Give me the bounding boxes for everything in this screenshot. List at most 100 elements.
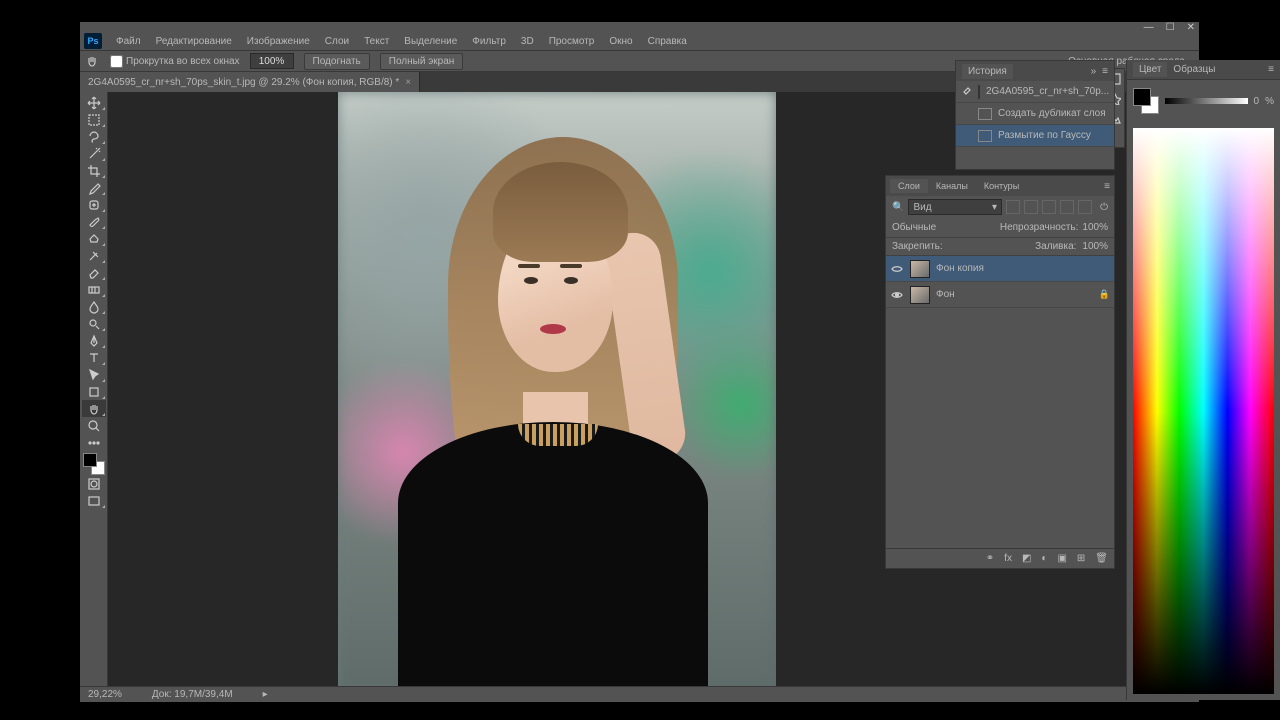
- filter-toggle[interactable]: ⏻: [1100, 202, 1108, 213]
- clone-stamp-tool[interactable]: [82, 230, 106, 247]
- new-layer-icon[interactable]: ⊞: [1077, 553, 1085, 564]
- dodge-tool[interactable]: [82, 315, 106, 332]
- fullscreen-button[interactable]: Полный экран: [380, 53, 464, 70]
- menu-text[interactable]: Текст: [357, 34, 396, 49]
- lock-position-icon[interactable]: [981, 241, 991, 253]
- status-docinfo[interactable]: Док: 19,7М/39,4М: [152, 689, 233, 700]
- minimize-button[interactable]: —: [1144, 22, 1154, 33]
- layer-group-icon[interactable]: ▣: [1057, 553, 1066, 564]
- tab-paths[interactable]: Контуры: [976, 179, 1027, 193]
- filter-adjust-icon[interactable]: [1024, 200, 1038, 214]
- tab-color[interactable]: Цвет: [1133, 62, 1167, 77]
- history-tab[interactable]: История: [962, 64, 1013, 79]
- lock-transparency-icon[interactable]: [949, 241, 959, 253]
- adjustment-layer-icon[interactable]: ◐: [1041, 553, 1047, 564]
- layer-row[interactable]: Фон копия: [886, 256, 1114, 282]
- blend-mode-select[interactable]: Обычные: [892, 222, 936, 233]
- fit-button[interactable]: Подогнать: [304, 53, 370, 70]
- crop-tool[interactable]: [82, 162, 106, 179]
- menu-select[interactable]: Выделение: [397, 34, 464, 49]
- filter-type-icon[interactable]: [1042, 200, 1056, 214]
- menu-file[interactable]: Файл: [109, 34, 148, 49]
- menu-layers[interactable]: Слои: [318, 34, 356, 49]
- layer-mask-icon[interactable]: ◩: [1022, 553, 1031, 564]
- history-brush-tool[interactable]: [82, 247, 106, 264]
- layer-row[interactable]: Фон 🔒: [886, 282, 1114, 308]
- status-arrow-icon[interactable]: ▸: [263, 689, 268, 700]
- zoom-input[interactable]: [250, 53, 294, 69]
- layer-filter-kind[interactable]: Вид▾: [908, 199, 1002, 215]
- opacity-value[interactable]: 100%: [1082, 222, 1108, 233]
- layer-name[interactable]: Фон: [936, 289, 955, 300]
- move-tool[interactable]: [82, 94, 106, 111]
- layer-thumbnail[interactable]: [910, 260, 930, 278]
- close-button[interactable]: ✕: [1187, 22, 1195, 33]
- eyedropper-tool[interactable]: [82, 179, 106, 196]
- healing-brush-tool[interactable]: [82, 196, 106, 213]
- rectangle-tool[interactable]: [82, 383, 106, 400]
- lock-pixels-icon[interactable]: [965, 241, 975, 253]
- fill-value[interactable]: 100%: [1082, 241, 1108, 252]
- layers-menu-icon[interactable]: ≡: [1104, 181, 1110, 192]
- history-menu-icon[interactable]: ≡: [1102, 66, 1108, 77]
- history-panel-header: История » ≡: [956, 61, 1114, 81]
- layer-visibility-toggle[interactable]: [890, 290, 904, 300]
- layer-thumbnail[interactable]: [910, 286, 930, 304]
- magic-wand-tool[interactable]: [82, 145, 106, 162]
- link-layers-icon[interactable]: ⚭: [986, 553, 994, 564]
- tab-layers[interactable]: Слои: [890, 179, 928, 193]
- tab-swatches[interactable]: Образцы: [1167, 62, 1221, 77]
- lasso-tool[interactable]: [82, 128, 106, 145]
- filter-shape-icon[interactable]: [1060, 200, 1074, 214]
- filter-smart-icon[interactable]: [1078, 200, 1092, 214]
- foreground-background-colors[interactable]: [83, 453, 105, 475]
- history-snapshot[interactable]: 2G4A0595_cr_nr+sh_70p...: [956, 81, 1114, 103]
- status-zoom[interactable]: 29,22%: [88, 689, 122, 700]
- menu-help[interactable]: Справка: [641, 34, 694, 49]
- layer-fx-icon[interactable]: fx: [1004, 553, 1012, 564]
- color-slider[interactable]: [1165, 98, 1248, 104]
- history-step[interactable]: Создать дубликат слоя: [956, 103, 1114, 125]
- menu-image[interactable]: Изображение: [240, 34, 317, 49]
- layer-visibility-toggle[interactable]: [890, 264, 904, 274]
- color-spectrum[interactable]: [1133, 128, 1274, 694]
- filter-pixel-icon[interactable]: [1006, 200, 1020, 214]
- lock-artboard-icon[interactable]: [997, 241, 1007, 253]
- screenmode-toggle[interactable]: [82, 492, 106, 509]
- quickmask-toggle[interactable]: [82, 475, 106, 492]
- color-slider-value[interactable]: 0: [1254, 96, 1260, 107]
- brush-tool[interactable]: [82, 213, 106, 230]
- type-tool[interactable]: [82, 349, 106, 366]
- scroll-all-windows-checkbox[interactable]: Прокрутка во всех окнах: [110, 55, 240, 68]
- tab-close-icon[interactable]: ×: [405, 77, 411, 88]
- history-brush-source-icon[interactable]: [962, 85, 972, 98]
- maximize-button[interactable]: ☐: [1166, 22, 1175, 33]
- eraser-tool[interactable]: [82, 264, 106, 281]
- edit-toolbar[interactable]: [82, 434, 106, 451]
- history-thumb: [978, 85, 980, 99]
- layer-name[interactable]: Фон копия: [936, 263, 984, 274]
- zoom-tool[interactable]: [82, 417, 106, 434]
- lock-all-icon[interactable]: [1013, 241, 1023, 253]
- menu-filter[interactable]: Фильтр: [465, 34, 513, 49]
- hand-tool[interactable]: [82, 400, 106, 417]
- marquee-tool[interactable]: [82, 111, 106, 128]
- pen-tool[interactable]: [82, 332, 106, 349]
- color-menu-icon[interactable]: ≡: [1268, 64, 1274, 75]
- history-collapse-icon[interactable]: »: [1091, 66, 1097, 77]
- color-fgbg[interactable]: [1133, 88, 1159, 114]
- menu-3d[interactable]: 3D: [514, 34, 541, 49]
- path-select-tool[interactable]: [82, 366, 106, 383]
- gradient-tool[interactable]: [82, 281, 106, 298]
- tab-channels[interactable]: Каналы: [928, 179, 976, 193]
- delete-layer-icon[interactable]: 🗑: [1095, 553, 1108, 564]
- menu-window[interactable]: Окно: [602, 34, 639, 49]
- document-canvas[interactable]: [338, 92, 776, 686]
- menu-edit[interactable]: Редактирование: [149, 34, 239, 49]
- menu-view[interactable]: Просмотр: [542, 34, 602, 49]
- history-step[interactable]: Размытие по Гауссу: [956, 125, 1114, 147]
- document-tab[interactable]: 2G4A0595_cr_nr+sh_70ps_skin_t.jpg @ 29.2…: [80, 72, 420, 92]
- blur-tool[interactable]: [82, 298, 106, 315]
- layer-list: Фон копия Фон 🔒: [886, 256, 1114, 548]
- color-panel-group: Цвет Образцы ≡ 0 %: [1126, 60, 1280, 700]
